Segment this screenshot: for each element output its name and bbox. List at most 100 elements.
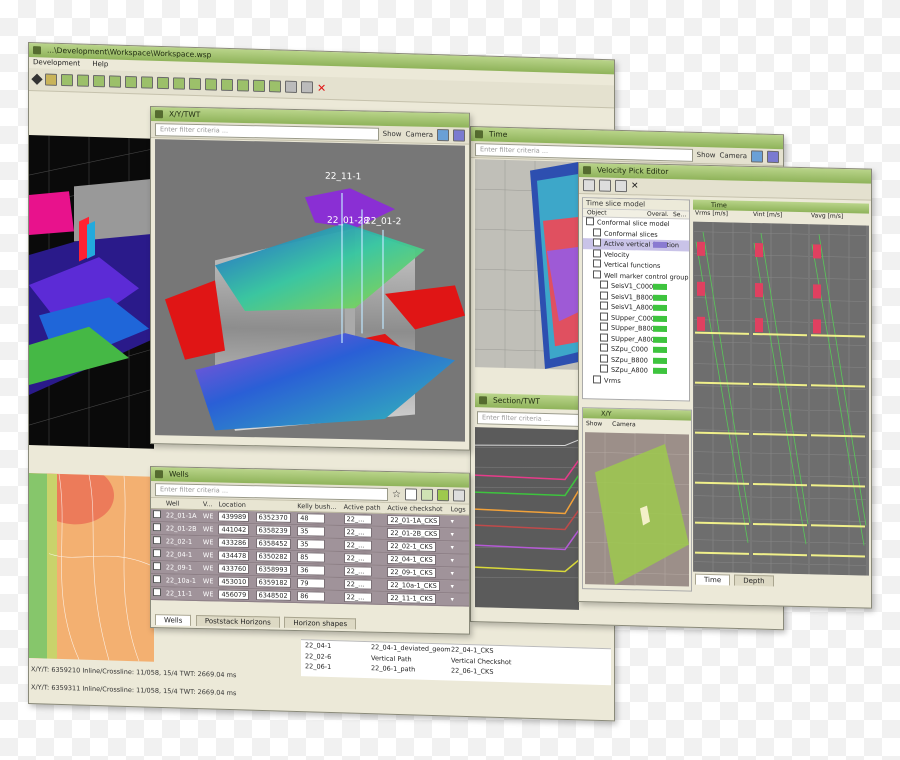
section-viewport[interactable] bbox=[475, 427, 579, 610]
checkbox[interactable] bbox=[593, 238, 601, 247]
xy-show-button[interactable]: Show bbox=[586, 420, 602, 427]
section-filter-input[interactable]: Enter filter criteria ... bbox=[477, 411, 579, 427]
toolbar-icon-13[interactable] bbox=[253, 79, 265, 93]
settings-icon[interactable] bbox=[453, 489, 465, 502]
dropdown-icon[interactable]: ▾ bbox=[451, 517, 454, 525]
checkbox[interactable] bbox=[600, 280, 608, 289]
cell-value[interactable]: 441042 bbox=[218, 524, 250, 536]
toolbar-icon-12[interactable] bbox=[237, 79, 249, 92]
velocity-plot[interactable] bbox=[693, 221, 869, 576]
cell-value[interactable]: 85 bbox=[297, 552, 326, 563]
cell-value[interactable]: 35 bbox=[297, 526, 326, 537]
tab-poststack-horizons[interactable]: Poststack Horizons bbox=[195, 614, 280, 628]
xyt-3d-viewport[interactable]: 22_11-1 22_01-28 22_01-2 bbox=[155, 139, 465, 442]
toolbar-icon-14[interactable] bbox=[269, 80, 281, 93]
cell-value[interactable]: 6359182 bbox=[255, 577, 291, 588]
xyt-camera-button[interactable]: Camera bbox=[406, 130, 433, 139]
checkbox[interactable] bbox=[600, 322, 608, 331]
dropdown-icon[interactable]: ▾ bbox=[451, 543, 454, 551]
cell-value[interactable]: 22_01-2B_CKS bbox=[387, 527, 441, 540]
tab-depth[interactable]: Depth bbox=[734, 574, 774, 587]
main-map-viewport[interactable] bbox=[29, 473, 154, 662]
toolbar-icon-2[interactable] bbox=[77, 74, 89, 87]
color-swatch[interactable] bbox=[653, 294, 667, 301]
cell-value[interactable]: 22_... bbox=[343, 566, 372, 577]
cell-value[interactable]: 36 bbox=[297, 565, 326, 576]
checkbox[interactable] bbox=[600, 353, 608, 363]
toolbar-icon-11[interactable] bbox=[221, 78, 233, 92]
xyt-show-button[interactable]: Show bbox=[383, 130, 402, 138]
toolbar-icon-3[interactable] bbox=[93, 74, 105, 88]
cell-value[interactable]: 433286 bbox=[218, 537, 250, 549]
cell-value[interactable]: 6350282 bbox=[255, 551, 291, 562]
tab-time[interactable]: Time bbox=[695, 573, 731, 586]
toolbar-icon-9[interactable] bbox=[189, 77, 201, 91]
cell-value[interactable]: 22_02-1_CKS bbox=[387, 540, 436, 552]
layers-icon[interactable] bbox=[767, 150, 779, 164]
open-icon[interactable] bbox=[599, 179, 611, 192]
checkbox[interactable] bbox=[586, 217, 594, 226]
toolbar-icon-7[interactable] bbox=[157, 76, 169, 90]
cell-value[interactable]: 433760 bbox=[218, 563, 250, 575]
toolbar-icon-1[interactable] bbox=[61, 73, 73, 87]
cell-value[interactable]: 6358452 bbox=[255, 538, 291, 549]
cell-value[interactable]: 35 bbox=[297, 539, 326, 550]
cell-value[interactable]: 86 bbox=[297, 591, 326, 602]
color-swatch[interactable] bbox=[653, 325, 667, 333]
time-viewport[interactable] bbox=[475, 159, 579, 370]
dropdown-icon[interactable]: ▾ bbox=[451, 569, 454, 577]
checkbox[interactable] bbox=[600, 290, 608, 300]
menu-help[interactable]: Help bbox=[92, 60, 108, 68]
cell-value[interactable]: 439989 bbox=[218, 511, 250, 523]
cell-value[interactable]: 22_09-1_CKS bbox=[387, 566, 436, 578]
checkbox[interactable] bbox=[600, 311, 608, 321]
menu-development[interactable]: Development bbox=[33, 58, 80, 67]
checkbox[interactable] bbox=[593, 374, 601, 384]
tree-item[interactable]: Vrms bbox=[583, 374, 689, 388]
main-3d-viewport[interactable] bbox=[29, 135, 154, 449]
checkbox[interactable] bbox=[600, 301, 608, 310]
color-swatch[interactable] bbox=[653, 304, 667, 312]
color-swatch[interactable] bbox=[653, 357, 667, 364]
delete-icon[interactable]: ✕ bbox=[631, 181, 639, 191]
xy-small-viewport[interactable] bbox=[585, 432, 689, 587]
checkbox[interactable] bbox=[593, 269, 601, 279]
color-swatch[interactable] bbox=[653, 346, 667, 354]
toolbar-icon-4[interactable] bbox=[109, 75, 121, 88]
cell-value[interactable]: 6352370 bbox=[255, 512, 291, 523]
tab-wells[interactable]: Wells bbox=[155, 614, 192, 626]
cell-value[interactable]: 456079 bbox=[218, 589, 250, 601]
list-icon[interactable] bbox=[421, 488, 433, 501]
cell-value[interactable]: 22_... bbox=[343, 553, 372, 564]
xy-camera-button[interactable]: Camera bbox=[612, 421, 636, 429]
cell-value[interactable]: 22_... bbox=[343, 514, 372, 525]
star-icon[interactable]: ☆ bbox=[392, 489, 401, 500]
color-swatch[interactable] bbox=[653, 315, 667, 322]
dropdown-icon[interactable]: ▾ bbox=[451, 582, 454, 590]
cursor-tool-icon[interactable] bbox=[31, 73, 43, 85]
color-swatch[interactable] bbox=[653, 283, 667, 291]
time-camera-button[interactable]: Camera bbox=[720, 152, 747, 161]
grid-icon[interactable] bbox=[405, 488, 417, 501]
print-icon[interactable] bbox=[301, 81, 313, 94]
cell-value[interactable]: 6358993 bbox=[255, 564, 291, 575]
cell-value[interactable]: 22_... bbox=[343, 592, 372, 603]
cell-value[interactable]: 22_... bbox=[343, 540, 372, 551]
cell-value[interactable]: 22_10a-1_CKS bbox=[387, 579, 440, 592]
save-icon[interactable] bbox=[285, 80, 297, 93]
display-mode-icon[interactable] bbox=[437, 129, 449, 142]
display-mode-icon[interactable] bbox=[751, 150, 763, 163]
cell-value[interactable]: 22_11-1_CKS bbox=[387, 592, 436, 604]
new-icon[interactable] bbox=[583, 179, 595, 192]
cell-value[interactable]: 48 bbox=[297, 513, 326, 524]
toolbar-icon-10[interactable] bbox=[205, 78, 217, 91]
cell-value[interactable]: 22_01-1A_CKS bbox=[387, 514, 441, 527]
dropdown-icon[interactable]: ▾ bbox=[451, 530, 454, 538]
cell-value[interactable]: 79 bbox=[297, 578, 326, 589]
cell-value[interactable]: 22_04-1_CKS bbox=[387, 553, 436, 565]
color-swatch[interactable] bbox=[653, 336, 667, 343]
cell-value[interactable]: 453010 bbox=[218, 576, 250, 588]
xyt-filter-input[interactable]: Enter filter criteria ... bbox=[155, 122, 379, 141]
save-icon[interactable] bbox=[615, 179, 627, 193]
cell-value[interactable]: 22_... bbox=[343, 527, 372, 538]
